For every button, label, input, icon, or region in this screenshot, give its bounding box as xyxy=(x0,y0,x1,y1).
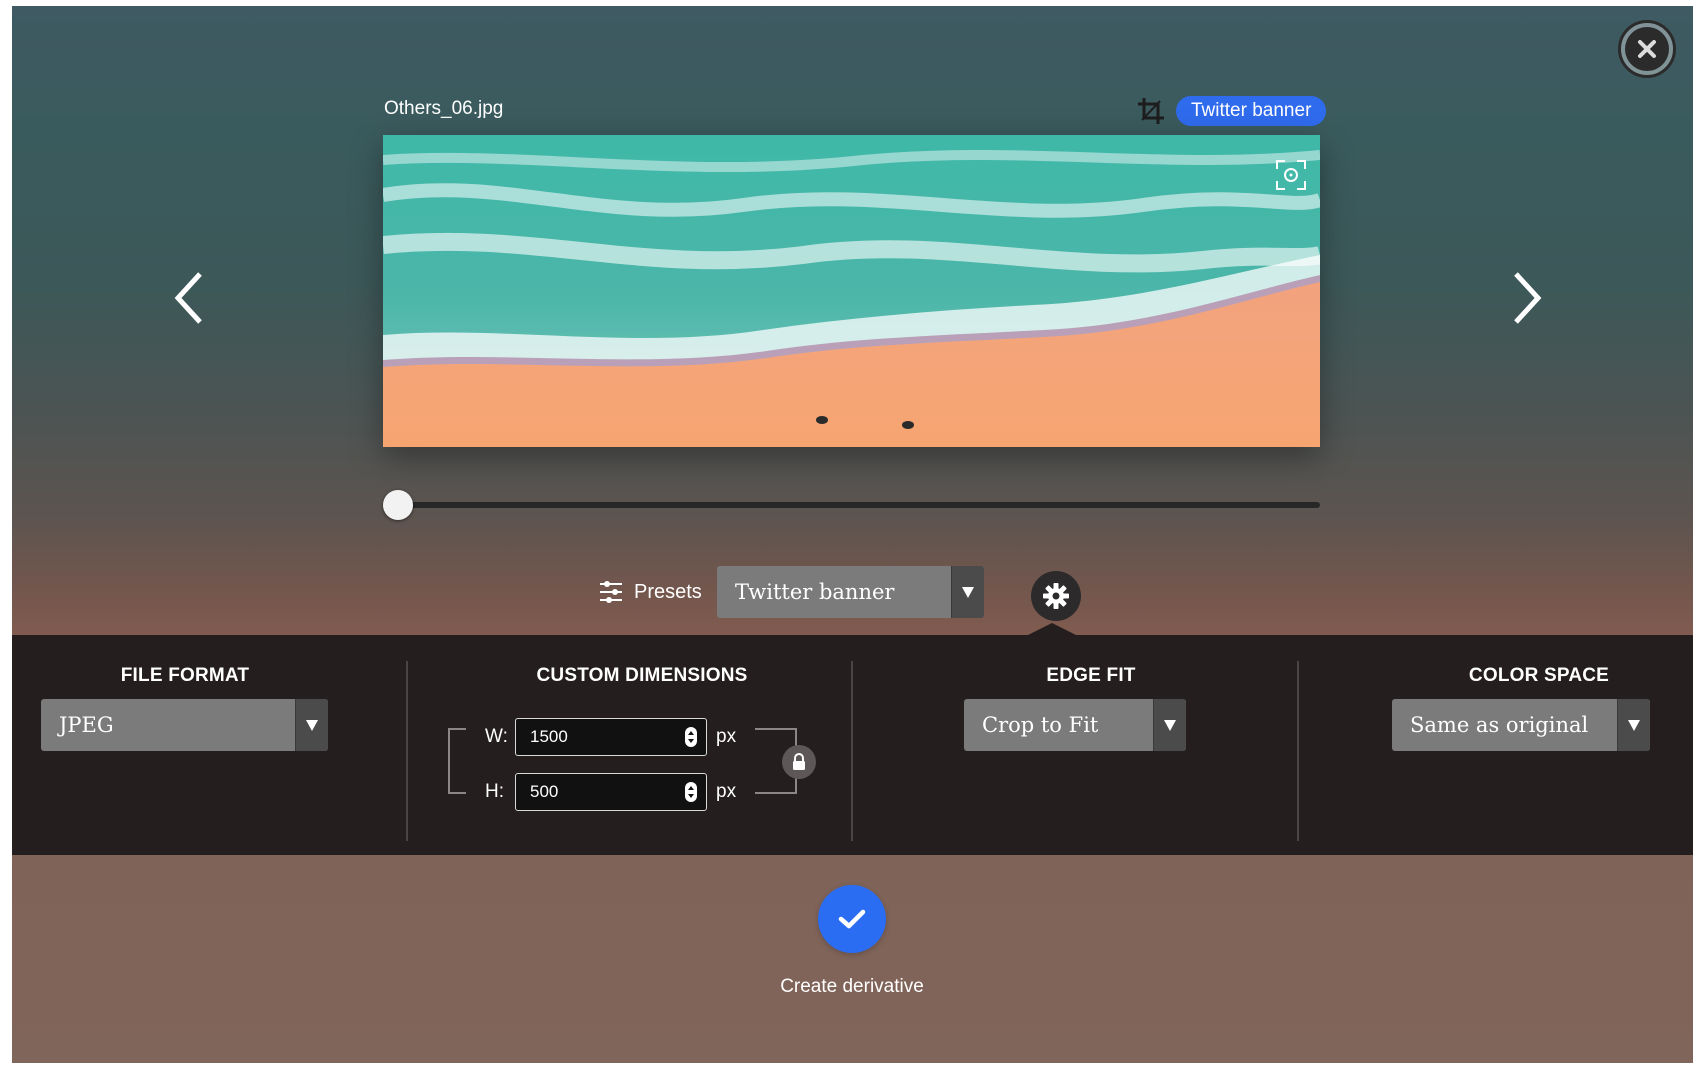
close-circle-icon xyxy=(1625,27,1669,71)
preset-select[interactable]: Twitter banner xyxy=(717,566,984,618)
file-format-title: FILE FORMAT xyxy=(120,665,250,686)
create-derivative-button[interactable] xyxy=(818,885,886,953)
close-button[interactable] xyxy=(1618,20,1676,78)
file-name: Others_06.jpg xyxy=(384,98,504,119)
height-value: 500 xyxy=(530,782,559,801)
edge-fit-title: EDGE FIT xyxy=(1046,665,1136,686)
color-space-title: COLOR SPACE xyxy=(1468,665,1610,686)
dropdown-arrow-icon xyxy=(1617,699,1650,751)
crop-icon xyxy=(1136,96,1166,126)
width-row: W: 1500 px xyxy=(485,718,736,756)
preset-select-value: Twitter banner xyxy=(735,580,895,604)
derivative-editor-window: Others_06.jpg Twitter banner Presets Twi… xyxy=(12,6,1693,1063)
aspect-lock-button[interactable] xyxy=(782,745,816,779)
chevron-left-icon xyxy=(174,272,202,324)
active-preset-badge: Twitter banner xyxy=(1176,96,1327,126)
column-divider xyxy=(406,661,408,841)
gear-icon xyxy=(1043,583,1069,609)
dimension-link-bracket xyxy=(448,728,466,794)
dropdown-arrow-icon xyxy=(1153,699,1186,751)
color-space-value: Same as original xyxy=(1410,713,1589,737)
width-unit: px xyxy=(716,726,737,747)
image-preview[interactable] xyxy=(383,135,1320,447)
width-value: 1500 xyxy=(530,727,568,746)
edge-fit-select[interactable]: Crop to Fit xyxy=(964,699,1186,751)
height-label: H: xyxy=(485,781,504,802)
dropdown-arrow-icon xyxy=(951,566,984,618)
presets-label: Presets xyxy=(598,579,702,605)
height-unit: px xyxy=(716,781,737,802)
create-derivative-label: Create derivative xyxy=(780,976,924,997)
presets-text: Presets xyxy=(634,580,702,603)
column-divider xyxy=(851,661,853,841)
stepper-icon[interactable] xyxy=(684,726,698,748)
next-image-button[interactable] xyxy=(1506,270,1546,326)
color-space-select[interactable]: Same as original xyxy=(1392,699,1650,751)
dropdown-arrow-icon xyxy=(295,699,328,751)
beach-aerial-image xyxy=(383,135,1320,447)
lock-icon xyxy=(793,753,805,770)
settings-button[interactable] xyxy=(1031,571,1081,621)
width-label: W: xyxy=(485,726,508,747)
settings-panel: FILE FORMAT JPEG CUSTOM DIMENSIONS W: 15… xyxy=(12,635,1693,855)
zoom-slider-handle[interactable] xyxy=(383,490,413,520)
edge-fit-value: Crop to Fit xyxy=(982,713,1099,737)
zoom-slider-track[interactable] xyxy=(397,502,1320,508)
chevron-right-icon xyxy=(1514,272,1542,324)
height-row: H: 500 px xyxy=(485,773,736,811)
custom-dimensions-title: CUSTOM DIMENSIONS xyxy=(536,665,748,686)
previous-image-button[interactable] xyxy=(170,270,210,326)
column-divider xyxy=(1297,661,1299,841)
file-format-value: JPEG xyxy=(59,713,114,737)
focus-frame-icon[interactable] xyxy=(1275,159,1307,191)
file-format-select[interactable]: JPEG xyxy=(41,699,328,751)
sliders-icon xyxy=(600,581,622,603)
checkmark-icon xyxy=(838,909,866,929)
height-input[interactable]: 500 xyxy=(515,773,707,811)
stepper-icon[interactable] xyxy=(684,781,698,803)
width-input[interactable]: 1500 xyxy=(515,718,707,756)
